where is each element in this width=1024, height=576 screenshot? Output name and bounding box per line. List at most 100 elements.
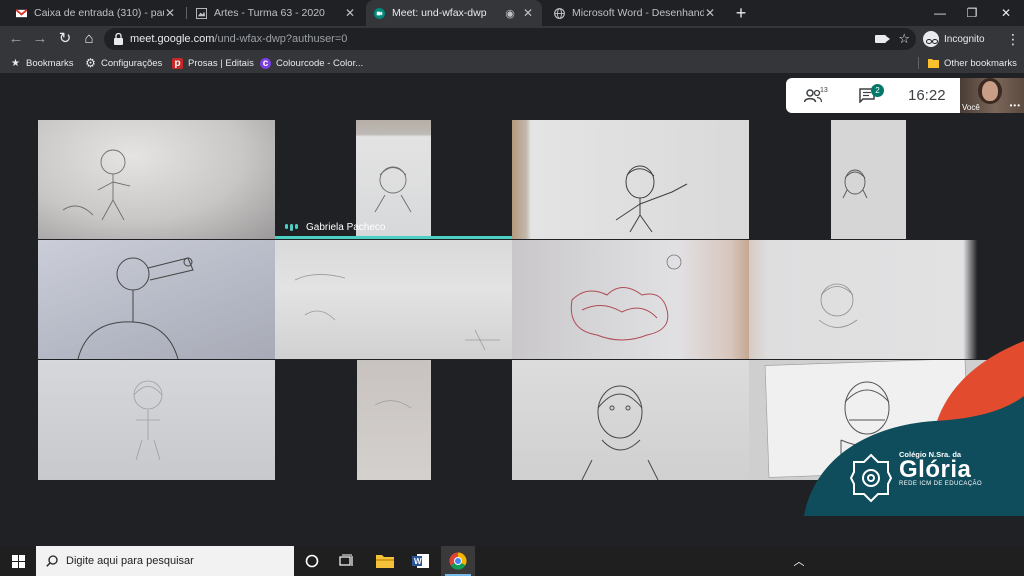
bookmark-star-icon[interactable]: ☆	[898, 28, 910, 50]
close-tab-icon[interactable]: ✕	[164, 6, 176, 20]
pencil-drawing	[842, 169, 868, 199]
video-tile[interactable]	[512, 240, 749, 359]
browser-menu-icon[interactable]: ⋮	[1006, 29, 1020, 49]
url-text: meet.google.com/und-wfax-dwp?authuser=0	[130, 33, 348, 45]
participant-name-tag: Gabriela Pacheco	[285, 222, 386, 233]
tab-artes[interactable]: Artes - Turma 63 - 2020 ✕	[188, 0, 364, 26]
pencil-drawing	[818, 283, 858, 328]
pencil-drawing	[764, 360, 970, 478]
video-tile[interactable]	[749, 360, 987, 480]
show-hidden-icons-button[interactable]: ︿	[788, 546, 810, 576]
bookmark-label: Configurações	[101, 57, 163, 69]
meet-stage: 13 2 16:22 Você ••• Gabriela Pacheco Col…	[0, 74, 1024, 546]
pencil-drawing	[581, 385, 659, 480]
video-tile[interactable]	[749, 120, 987, 239]
bookmark-prosas[interactable]: p Prosas | Editais	[172, 52, 254, 74]
taskbar-search-box[interactable]: Digite aqui para pesquisar	[36, 546, 294, 576]
minimize-window-button[interactable]: —	[924, 0, 956, 26]
bookmark-bookmarks[interactable]: ★ Bookmarks	[10, 52, 74, 74]
gmail-icon	[16, 8, 27, 17]
close-window-button[interactable]: ✕	[990, 0, 1022, 26]
video-tile[interactable]	[749, 240, 987, 359]
folder-icon	[928, 58, 939, 69]
pencil-drawing	[374, 400, 412, 409]
camera-in-use-icon[interactable]	[875, 35, 890, 43]
self-view-face	[982, 81, 998, 101]
close-tab-icon[interactable]: ✕	[704, 6, 716, 20]
tab-label: Artes - Turma 63 - 2020	[214, 7, 325, 19]
word-app-icon: W	[412, 554, 429, 568]
search-placeholder: Digite aqui para pesquisar	[66, 555, 194, 567]
incognito-indicator[interactable]: Incognito	[923, 30, 985, 48]
participants-button[interactable]	[804, 78, 822, 113]
tab-meet[interactable]: Meet: und-wfax-dwp ◉ ✕	[366, 0, 542, 26]
task-view-button[interactable]	[330, 546, 364, 576]
other-bookmarks[interactable]: Other bookmarks	[928, 52, 1017, 74]
reload-button[interactable]: ↻	[55, 29, 75, 49]
tab-word[interactable]: Microsoft Word - Desenhando co ✕	[546, 0, 724, 26]
browser-tab-strip: Caixa de entrada (310) - paulatru ✕ Arte…	[0, 0, 1024, 26]
colourcode-icon: c	[260, 57, 271, 69]
meet-icon	[374, 7, 385, 19]
task-view-icon	[339, 554, 353, 566]
bookmark-configuracoes[interactable]: ⚙ Configurações	[85, 52, 162, 74]
bookmark-colourcode[interactable]: c Colourcode - Color...	[260, 52, 363, 74]
chrome-icon	[449, 552, 467, 570]
gear-icon: ⚙	[85, 56, 96, 70]
active-speaker-bar	[275, 236, 512, 239]
forward-button[interactable]: →	[30, 29, 50, 49]
video-tile[interactable]	[275, 360, 512, 480]
video-tile[interactable]	[38, 360, 275, 480]
prosas-icon: p	[172, 57, 183, 69]
tab-label: Caixa de entrada (310) - paulatru	[34, 7, 164, 19]
self-view-more-icon[interactable]: •••	[1010, 101, 1021, 110]
pencil-drawing	[77, 257, 194, 359]
chrome-app-button[interactable]	[441, 546, 475, 576]
video-tile[interactable]	[38, 240, 275, 359]
image-icon	[196, 7, 207, 19]
pencil-drawing	[570, 254, 682, 341]
self-view-label: Você	[962, 103, 980, 112]
bookmark-label: Other bookmarks	[944, 57, 1017, 69]
meeting-info-bar: 13 2 16:22	[786, 78, 960, 113]
tab-label: Meet: und-wfax-dwp	[392, 7, 487, 19]
bookmark-label: Prosas | Editais	[188, 57, 254, 69]
cortana-button[interactable]	[295, 546, 329, 576]
star-icon: ★	[11, 57, 20, 69]
video-tile[interactable]	[512, 120, 749, 239]
new-tab-button[interactable]: +	[731, 2, 751, 24]
participants-count: 13	[820, 87, 828, 94]
pencil-drawing	[294, 274, 500, 351]
windows-taskbar: Digite aqui para pesquisar W ︿	[0, 546, 1024, 576]
address-bar[interactable]: meet.google.com/und-wfax-dwp?authuser=0 …	[104, 28, 916, 50]
video-tile-speaking[interactable]: Gabriela Pacheco	[275, 120, 512, 239]
start-button[interactable]	[0, 546, 36, 576]
video-tile[interactable]	[275, 240, 512, 359]
tab-divider	[186, 7, 187, 19]
restore-window-button[interactable]: ❐	[956, 0, 988, 26]
file-explorer-button[interactable]	[368, 546, 402, 576]
pencil-drawing	[615, 165, 688, 233]
bookmark-label: Colourcode - Color...	[276, 57, 364, 69]
svg-text:W: W	[414, 557, 422, 566]
close-tab-icon[interactable]: ✕	[344, 6, 356, 20]
recording-dot-icon: ◉	[505, 7, 515, 20]
word-app-button[interactable]: W	[404, 546, 438, 576]
pencil-drawing	[133, 380, 163, 461]
lock-icon	[114, 33, 123, 45]
incognito-label: Incognito	[944, 33, 985, 45]
bookmark-label: Bookmarks	[26, 57, 74, 69]
video-tile[interactable]	[38, 120, 275, 239]
tab-label: Microsoft Word - Desenhando co	[572, 7, 704, 19]
bookmarks-bar: ★ Bookmarks ⚙ Configurações p Prosas | E…	[0, 52, 1024, 74]
globe-icon	[554, 7, 565, 19]
home-button[interactable]: ⌂	[79, 29, 99, 49]
self-view-tile[interactable]: Você •••	[960, 78, 1024, 113]
close-tab-icon[interactable]: ✕	[522, 6, 534, 20]
incognito-icon	[923, 31, 939, 47]
back-button[interactable]: ←	[6, 29, 26, 49]
meeting-clock: 16:22	[908, 87, 946, 104]
video-tile[interactable]	[512, 360, 749, 480]
chat-count-badge: 2	[871, 84, 884, 97]
tab-gmail[interactable]: Caixa de entrada (310) - paulatru ✕	[8, 0, 184, 26]
